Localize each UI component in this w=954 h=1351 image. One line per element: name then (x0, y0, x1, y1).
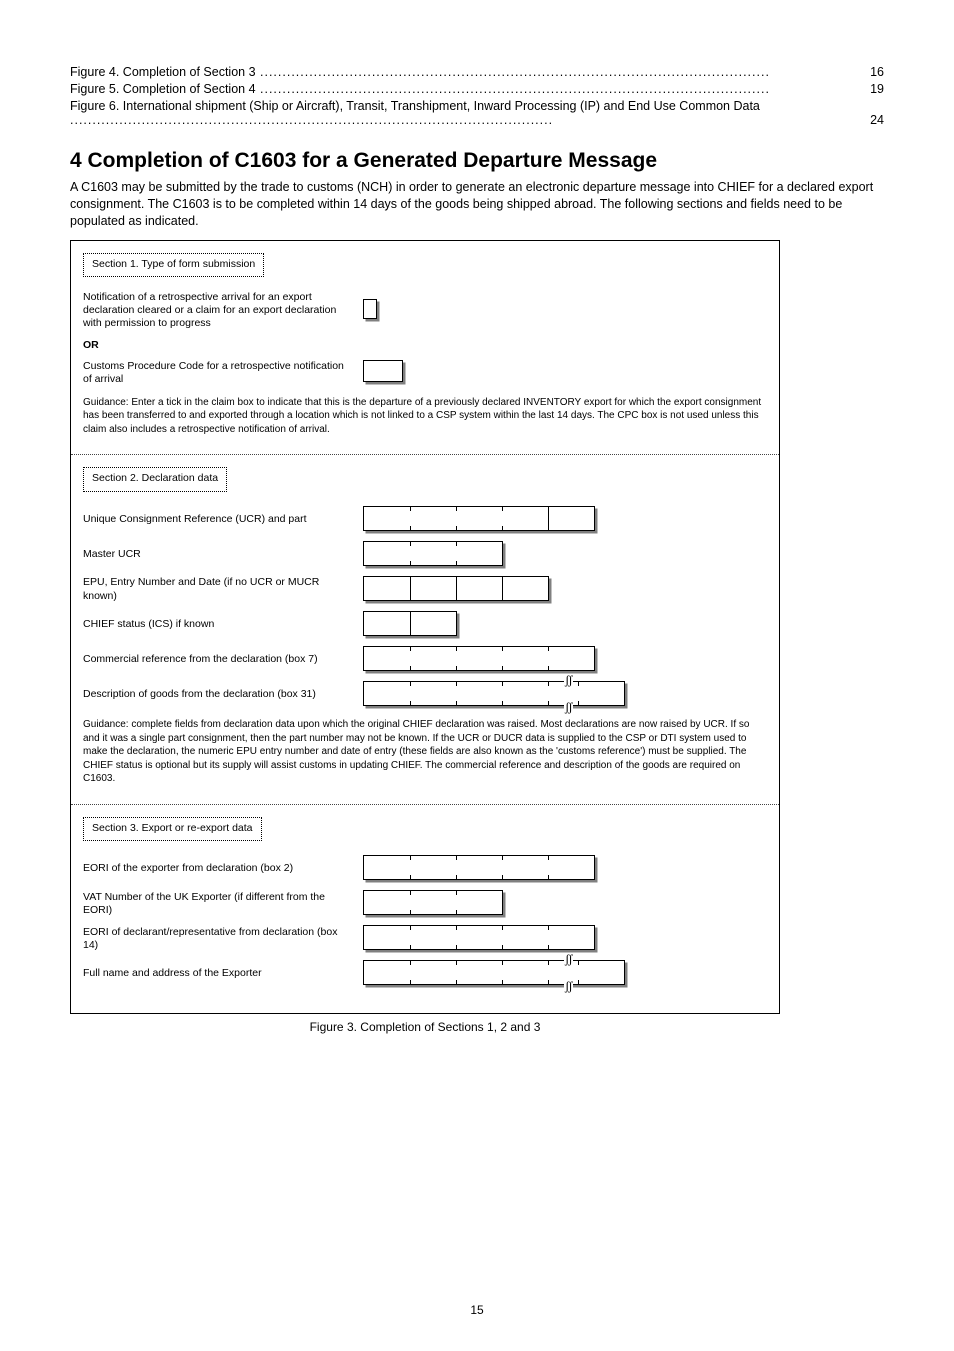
exporter-address-input[interactable]: ʃʃ ʃʃ (363, 960, 625, 985)
break-mark-icon: ʃʃ (564, 955, 573, 963)
commercial-ref-input[interactable] (363, 646, 595, 671)
toc-item: Figure 5. Completion of Section 4 ......… (70, 82, 884, 96)
toc-dots: ........................................… (256, 82, 770, 96)
field-label: CHIEF status (ICS) if known (83, 618, 363, 631)
toc-item: Figure 6. International shipment (Ship o… (70, 99, 884, 127)
field-label: EPU, Entry Number and Date (if no UCR or… (83, 576, 363, 602)
toc-text: Figure 6. International shipment (Ship o… (70, 99, 760, 113)
epu-entry-date-input[interactable] (363, 576, 549, 601)
toc-fragment: Figure 4. Completion of Section 3 ......… (70, 65, 884, 127)
toc-page: 16 (870, 65, 884, 79)
section-heading: 4 Completion of C1603 for a Generated De… (70, 149, 884, 173)
break-mark-icon: ʃʃ (564, 676, 573, 684)
section-guidance: Guidance: complete fields from declarati… (83, 718, 767, 786)
field-label: Full name and address of the Exporter (83, 967, 363, 980)
toc-page: 24 (870, 113, 884, 127)
toc-text: Figure 5. Completion of Section 4 (70, 82, 256, 96)
declarant-eori-input[interactable] (363, 925, 595, 950)
toc-dots: ........................................… (256, 65, 770, 79)
ucr-input[interactable] (363, 506, 595, 531)
mucr-input[interactable] (363, 541, 503, 566)
field-label: Notification of a retrospective arrival … (83, 291, 363, 330)
toc-item: Figure 4. Completion of Section 3 ......… (70, 65, 884, 79)
or-label: OR (83, 339, 99, 351)
field-label: VAT Number of the UK Exporter (if differ… (83, 891, 363, 917)
figure-box: Section 1. Type of form submission Notif… (70, 240, 780, 1015)
field-label: EORI of declarant/representative from de… (83, 926, 363, 952)
form-section-2: Section 2. Declaration data Unique Consi… (71, 454, 779, 803)
ics-input[interactable] (363, 611, 457, 636)
section-guidance: Guidance: Enter a tick in the claim box … (83, 396, 767, 437)
cpc-input[interactable] (363, 360, 403, 382)
exporter-eori-input[interactable] (363, 855, 595, 880)
checkbox[interactable] (363, 299, 377, 319)
field-label: Commercial reference from the declaratio… (83, 653, 363, 666)
field-label: Unique Consignment Reference (UCR) and p… (83, 513, 363, 526)
section-label: Section 2. Declaration data (83, 467, 227, 492)
section-label: Section 3. Export or re-export data (83, 817, 262, 842)
break-mark-icon: ʃʃ (564, 982, 573, 990)
form-section-3: Section 3. Export or re-export data EORI… (71, 804, 779, 1014)
section-label: Section 1. Type of form submission (83, 253, 264, 278)
toc-page: 19 (870, 82, 884, 96)
field-label: Description of goods from the declaratio… (83, 688, 363, 701)
page-number: 15 (0, 1303, 954, 1317)
field-label: EORI of the exporter from declaration (b… (83, 862, 363, 875)
toc-text: Figure 4. Completion of Section 3 (70, 65, 256, 79)
field-label: Master UCR (83, 548, 363, 561)
toc-dots: ........................................… (70, 113, 553, 127)
vat-number-input[interactable] (363, 890, 503, 915)
goods-description-input[interactable]: ʃʃ ʃʃ (363, 681, 625, 706)
figure-caption: Figure 3. Completion of Sections 1, 2 an… (70, 1020, 780, 1034)
field-label: Customs Procedure Code for a retrospecti… (83, 360, 363, 386)
intro-paragraph: A C1603 may be submitted by the trade to… (70, 179, 884, 230)
form-section-1: Section 1. Type of form submission Notif… (71, 241, 779, 455)
break-mark-icon: ʃʃ (564, 703, 573, 711)
